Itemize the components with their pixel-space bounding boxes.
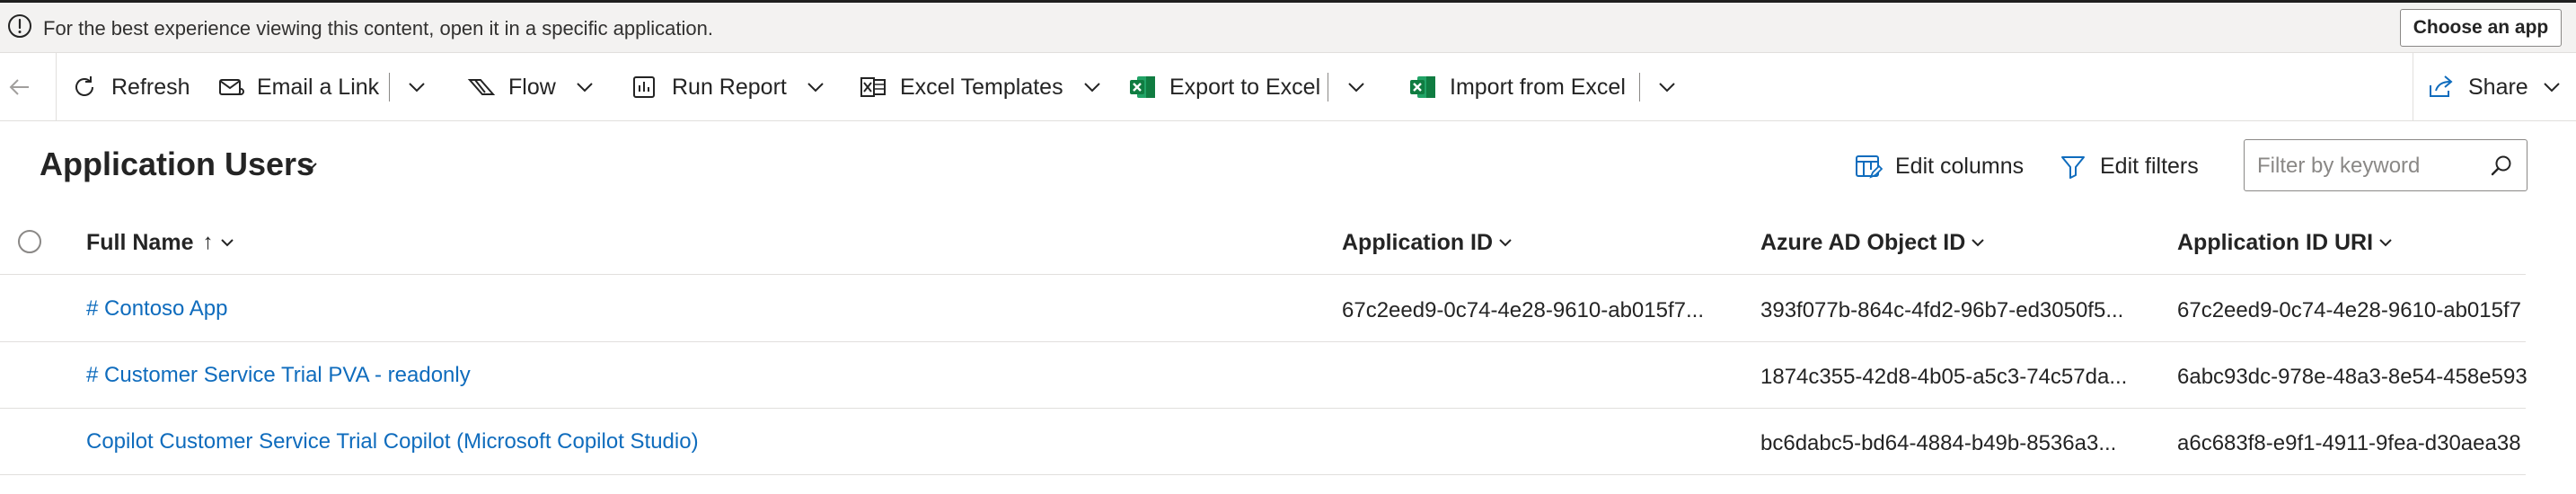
view-selector-chevron-icon[interactable] bbox=[296, 154, 322, 180]
row-divider bbox=[0, 408, 2526, 409]
row-full-name-link[interactable]: Copilot Customer Service Trial Copilot (… bbox=[86, 429, 699, 454]
import-from-excel-label: Import from Excel bbox=[1450, 74, 1626, 100]
excel-templates-button[interactable]: Excel Templates bbox=[859, 53, 1105, 121]
run-report-button[interactable]: Run Report bbox=[631, 53, 828, 121]
column-header-full-name[interactable]: Full Name ↑ bbox=[86, 216, 236, 269]
row-application-id-uri: a6c683f8-e9f1-4911-9fea-d30aea38 bbox=[2177, 431, 2521, 455]
import-from-excel-more-button[interactable] bbox=[1654, 53, 1680, 121]
export-to-excel-more-button[interactable] bbox=[1344, 53, 1369, 121]
back-button[interactable] bbox=[7, 53, 32, 121]
excel-templates-icon bbox=[860, 77, 886, 97]
refresh-button[interactable]: Refresh bbox=[70, 53, 190, 121]
flow-button[interactable]: Flow bbox=[467, 53, 597, 121]
column-header-label: Application ID URI bbox=[2177, 229, 2374, 255]
share-button[interactable]: Share bbox=[2427, 53, 2564, 121]
chevron-down-icon bbox=[1499, 239, 1512, 247]
row-azure-ad-object-id: 393f077b-864c-4fd2-96b7-ed3050f5... bbox=[1760, 298, 2124, 322]
chevron-down-icon bbox=[1348, 83, 1364, 93]
view-title[interactable]: Application Users bbox=[40, 146, 314, 183]
chevron-down-icon bbox=[221, 239, 234, 247]
email-link-more-button[interactable] bbox=[404, 53, 429, 121]
chevron-down-icon bbox=[1659, 83, 1675, 93]
email-link-button[interactable]: Email a Link bbox=[217, 53, 379, 121]
chevron-down-icon bbox=[2379, 239, 2392, 247]
chevron-down-icon bbox=[1972, 239, 1984, 247]
flow-label: Flow bbox=[508, 74, 556, 100]
sort-ascending-icon: ↑ bbox=[202, 230, 214, 254]
share-icon bbox=[2430, 75, 2453, 97]
export-to-excel-button[interactable]: Export to Excel bbox=[1128, 53, 1320, 121]
refresh-icon bbox=[75, 76, 93, 96]
row-divider bbox=[0, 341, 2526, 342]
edit-columns-label: Edit columns bbox=[1895, 153, 2025, 179]
row-full-name-link[interactable]: # Contoso App bbox=[86, 296, 227, 322]
command-bar: Refresh Email a Link Flow Run Report Exc… bbox=[0, 53, 2576, 121]
export-to-excel-label: Export to Excel bbox=[1169, 74, 1321, 100]
excel-icon bbox=[1410, 76, 1435, 98]
share-label: Share bbox=[2468, 74, 2528, 100]
info-bar: For the best experience viewing this con… bbox=[0, 3, 2576, 53]
select-all-radio[interactable] bbox=[18, 230, 41, 253]
row-azure-ad-object-id: 1874c355-42d8-4b05-a5c3-74c57da... bbox=[1760, 365, 2128, 389]
excel-icon bbox=[1130, 76, 1155, 98]
email-link-icon bbox=[219, 79, 244, 95]
chevron-down-icon bbox=[1083, 83, 1100, 93]
row-application-id-uri: 67c2eed9-0c74-4e28-9610-ab015f7 bbox=[2177, 298, 2521, 322]
info-circle-icon bbox=[8, 14, 31, 38]
email-link-label: Email a Link bbox=[257, 74, 380, 100]
refresh-label: Refresh bbox=[111, 74, 190, 100]
column-header-label: Azure AD Object ID bbox=[1760, 229, 1966, 255]
import-from-excel-button[interactable]: Import from Excel bbox=[1408, 53, 1626, 121]
flow-icon bbox=[467, 79, 496, 95]
filter-icon bbox=[2061, 156, 2085, 179]
row-divider bbox=[0, 474, 2526, 475]
column-header-azure-ad-object-id[interactable]: Azure AD Object ID bbox=[1760, 216, 1987, 269]
row-application-id-uri: 6abc93dc-978e-48a3-8e54-458e593 bbox=[2177, 365, 2527, 389]
excel-templates-label: Excel Templates bbox=[900, 74, 1063, 100]
row-divider bbox=[0, 274, 2526, 275]
filter-by-keyword-input[interactable] bbox=[2255, 149, 2483, 183]
row-full-name-link[interactable]: # Customer Service Trial PVA - readonly bbox=[86, 363, 471, 388]
column-header-label: Application ID bbox=[1342, 229, 1494, 255]
edit-filters-button[interactable]: Edit filters bbox=[2059, 144, 2199, 189]
row-application-id: 67c2eed9-0c74-4e28-9610-ab015f7... bbox=[1342, 298, 1704, 322]
run-report-label: Run Report bbox=[672, 74, 787, 100]
column-header-application-id[interactable]: Application ID bbox=[1342, 216, 1514, 269]
back-arrow-icon bbox=[9, 79, 29, 95]
edit-filters-label: Edit filters bbox=[2100, 153, 2199, 179]
choose-app-button[interactable]: Choose an app bbox=[2400, 9, 2562, 47]
edit-columns-icon bbox=[1856, 155, 1883, 179]
chevron-down-icon bbox=[409, 83, 425, 93]
info-bar-message: For the best experience viewing this con… bbox=[43, 17, 713, 40]
chevron-down-icon bbox=[577, 83, 593, 93]
search-icon[interactable] bbox=[2489, 154, 2514, 179]
split-divider bbox=[1639, 73, 1640, 101]
column-header-application-id-uri[interactable]: Application ID URI bbox=[2177, 216, 2395, 269]
chevron-down-icon bbox=[807, 83, 824, 93]
command-bar-divider bbox=[56, 53, 57, 121]
row-azure-ad-object-id: bc6dabc5-bd64-4884-b49b-8536a3... bbox=[1760, 431, 2117, 455]
edit-columns-button[interactable]: Edit columns bbox=[1854, 144, 2024, 189]
split-divider bbox=[389, 73, 390, 101]
report-icon bbox=[633, 76, 655, 98]
column-header-label: Full Name bbox=[86, 229, 194, 255]
chevron-down-icon bbox=[2544, 83, 2560, 93]
filter-by-keyword-box bbox=[2244, 139, 2527, 191]
